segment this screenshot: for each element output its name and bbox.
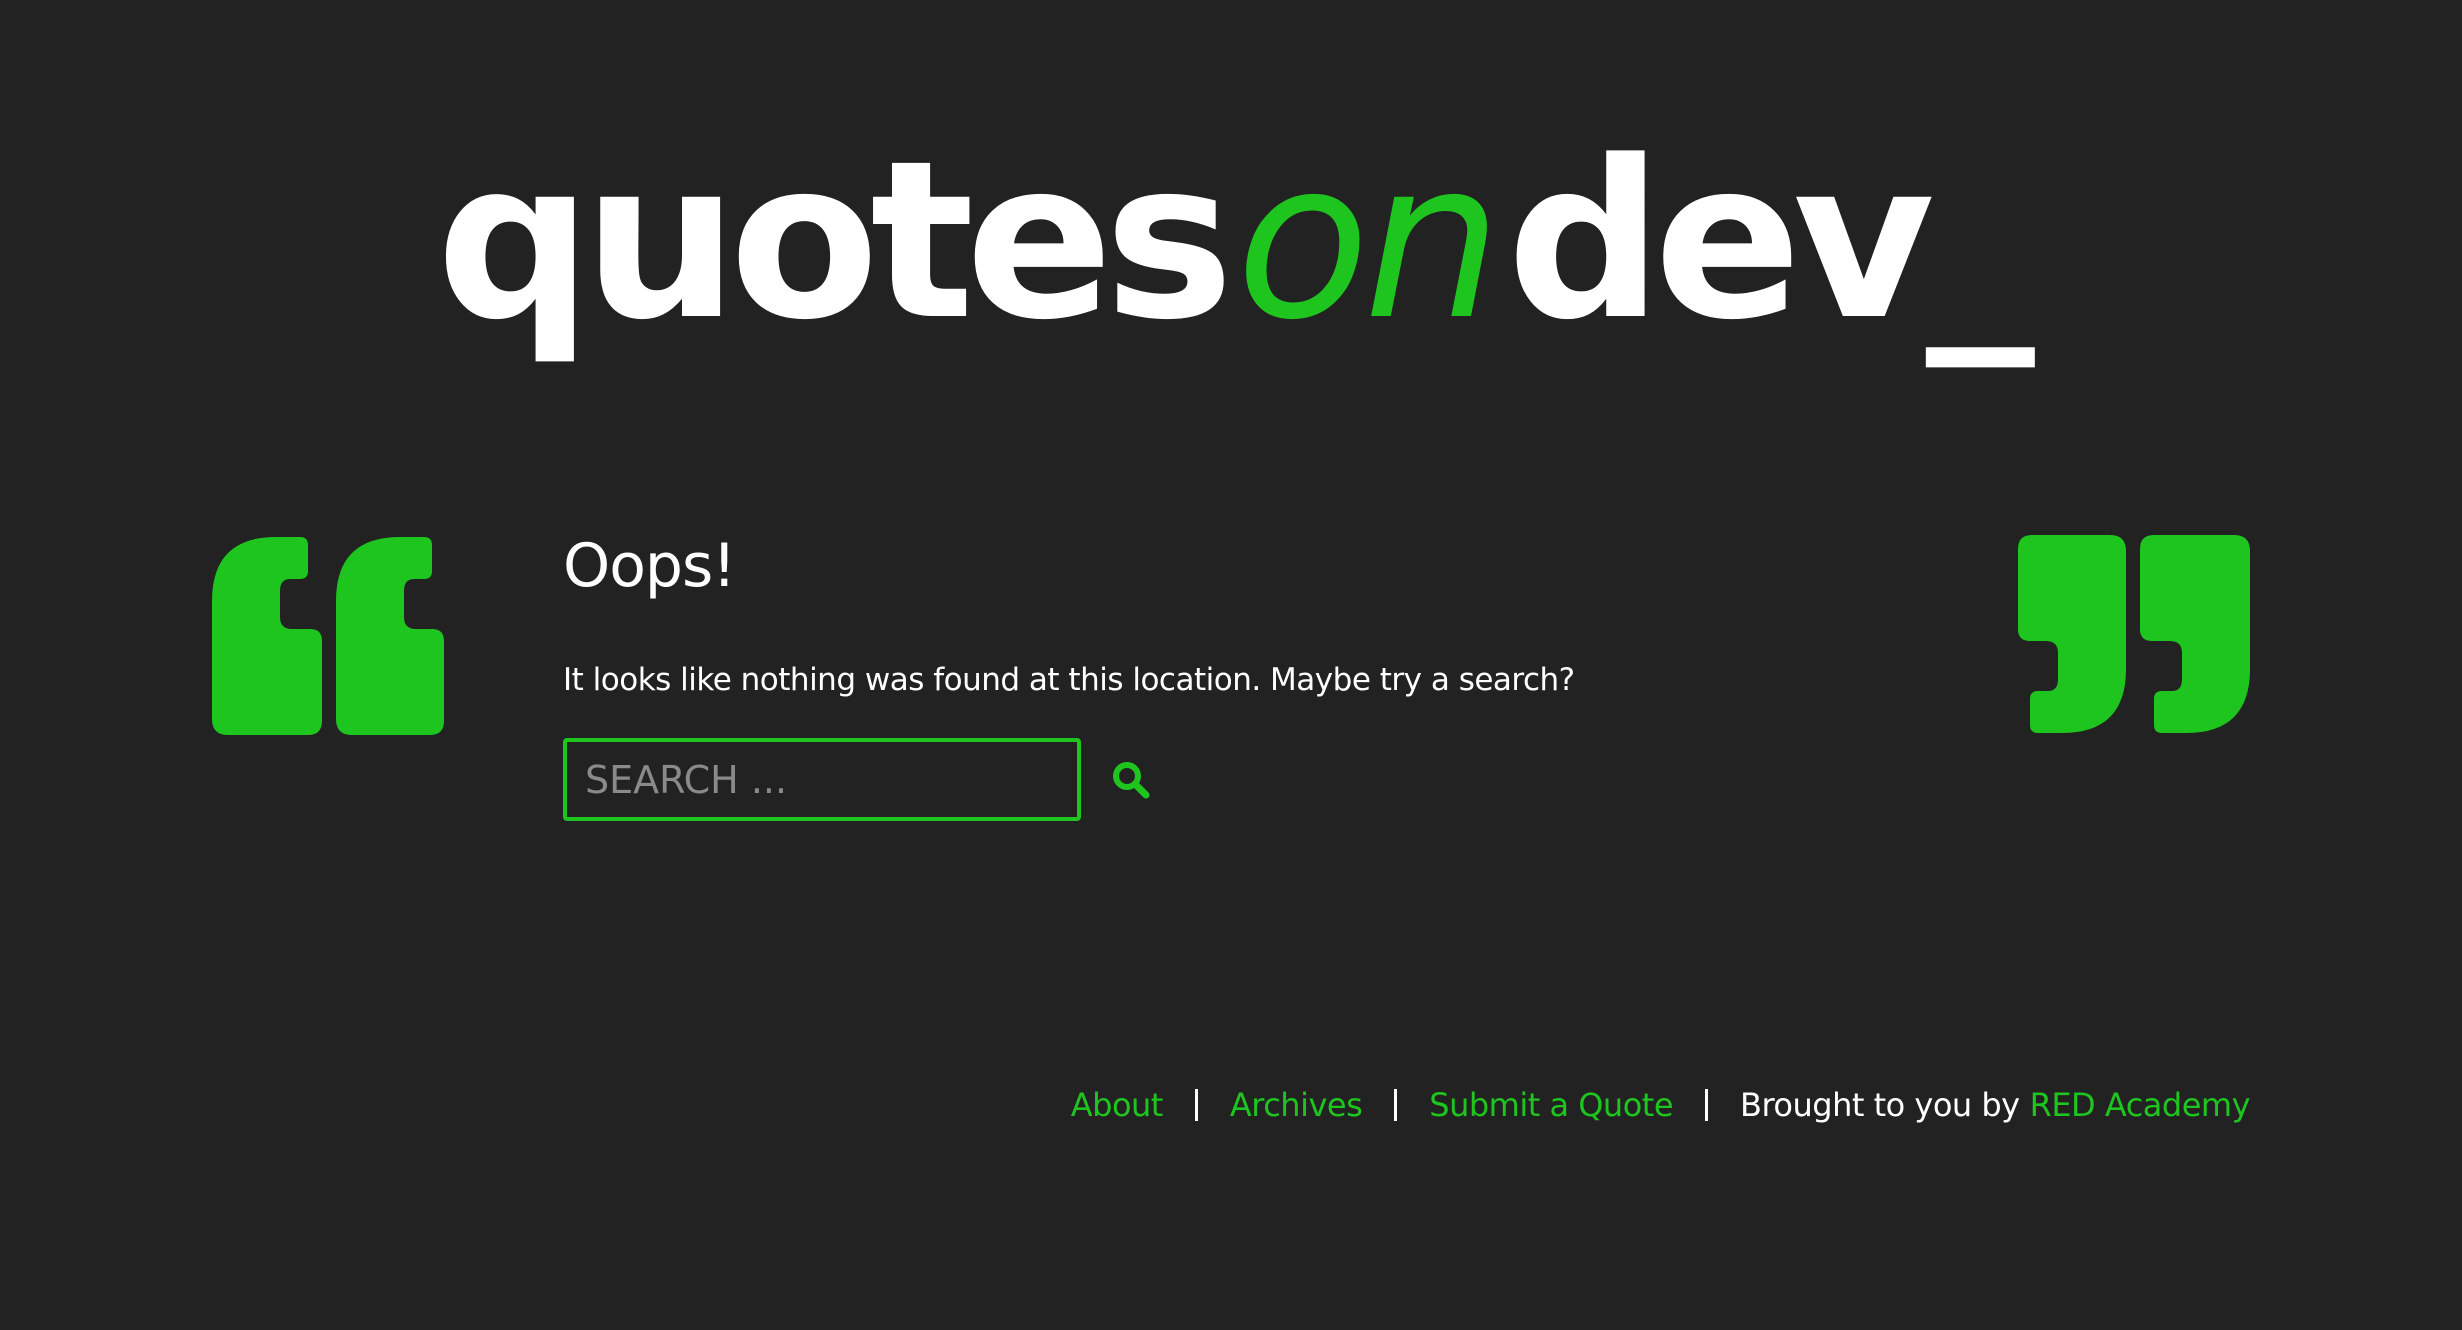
- search-button[interactable]: [1103, 752, 1159, 808]
- site-logo[interactable]: quotes on dev_: [0, 133, 2462, 351]
- not-found-message: It looks like nothing was found at this …: [563, 662, 1575, 698]
- logo-word-on: on: [1236, 115, 1502, 369]
- page-title: Oops!: [563, 531, 736, 601]
- footer-divider: [1194, 1089, 1198, 1121]
- home-link[interactable]: quotes on dev_: [436, 133, 2035, 351]
- footer-divider: [1705, 1089, 1708, 1121]
- close-quote-icon: [2018, 535, 2250, 733]
- search-icon: [1113, 761, 1150, 798]
- footer-divider: [1394, 1089, 1398, 1121]
- search-form: [563, 738, 1963, 821]
- footer-link-submit-quote[interactable]: Submit a Quote: [1429, 1085, 1673, 1125]
- footer-link-archives[interactable]: Archives: [1230, 1085, 1363, 1125]
- footer-link-red-academy[interactable]: RED Academy: [2030, 1085, 2251, 1125]
- footer-credit-text: Brought to you by: [1740, 1086, 2020, 1124]
- site-footer: About Archives Submit a Quote Brought to…: [1071, 1085, 2251, 1125]
- footer-link-about[interactable]: About: [1071, 1085, 1164, 1125]
- logo-word-quotes: quotes: [436, 115, 1234, 369]
- not-found-content: Oops! It looks like nothing was found at…: [563, 530, 1963, 821]
- logo-word-dev: dev_: [1506, 115, 2035, 369]
- open-quote-icon: [212, 537, 444, 735]
- search-input[interactable]: [563, 738, 1081, 821]
